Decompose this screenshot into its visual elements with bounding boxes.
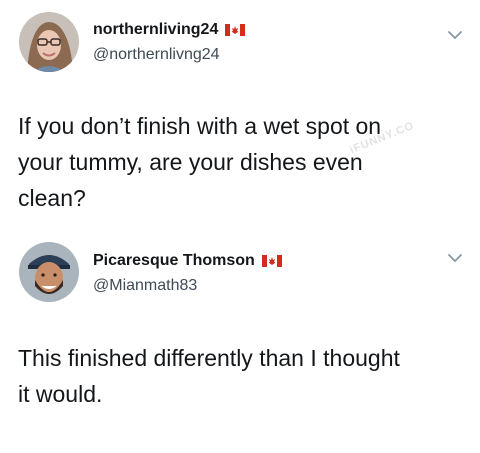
handle[interactable]: @northernlivng24: [93, 46, 220, 64]
tweet-text-line: your tummy, are your dishes even: [18, 149, 363, 175]
avatar[interactable]: [19, 242, 79, 302]
canada-flag-icon: [225, 24, 246, 36]
avatar[interactable]: [19, 12, 79, 72]
canada-flag-icon: [261, 255, 282, 267]
chevron-down-icon[interactable]: [447, 29, 463, 41]
tweet-2: Picaresque Thomson @Mianmath83 This fini…: [0, 228, 480, 453]
display-name[interactable]: northernliving24: [93, 21, 218, 39]
chevron-down-icon[interactable]: [447, 252, 463, 264]
display-name[interactable]: Picaresque Thomson: [93, 252, 255, 270]
tweet-1: northernliving24 @northernlivng24 If you…: [0, 0, 480, 228]
tweet-text-line: it would.: [18, 381, 103, 407]
handle[interactable]: @Mianmath83: [93, 277, 197, 295]
tweet-text-line: clean?: [18, 185, 86, 211]
tweet-text-line: If you don’t finish with a wet spot on: [18, 113, 382, 139]
tweet-text-line: This finished differently than I thought: [18, 345, 400, 371]
tweet-text: This finished differently than I thought…: [18, 340, 468, 412]
